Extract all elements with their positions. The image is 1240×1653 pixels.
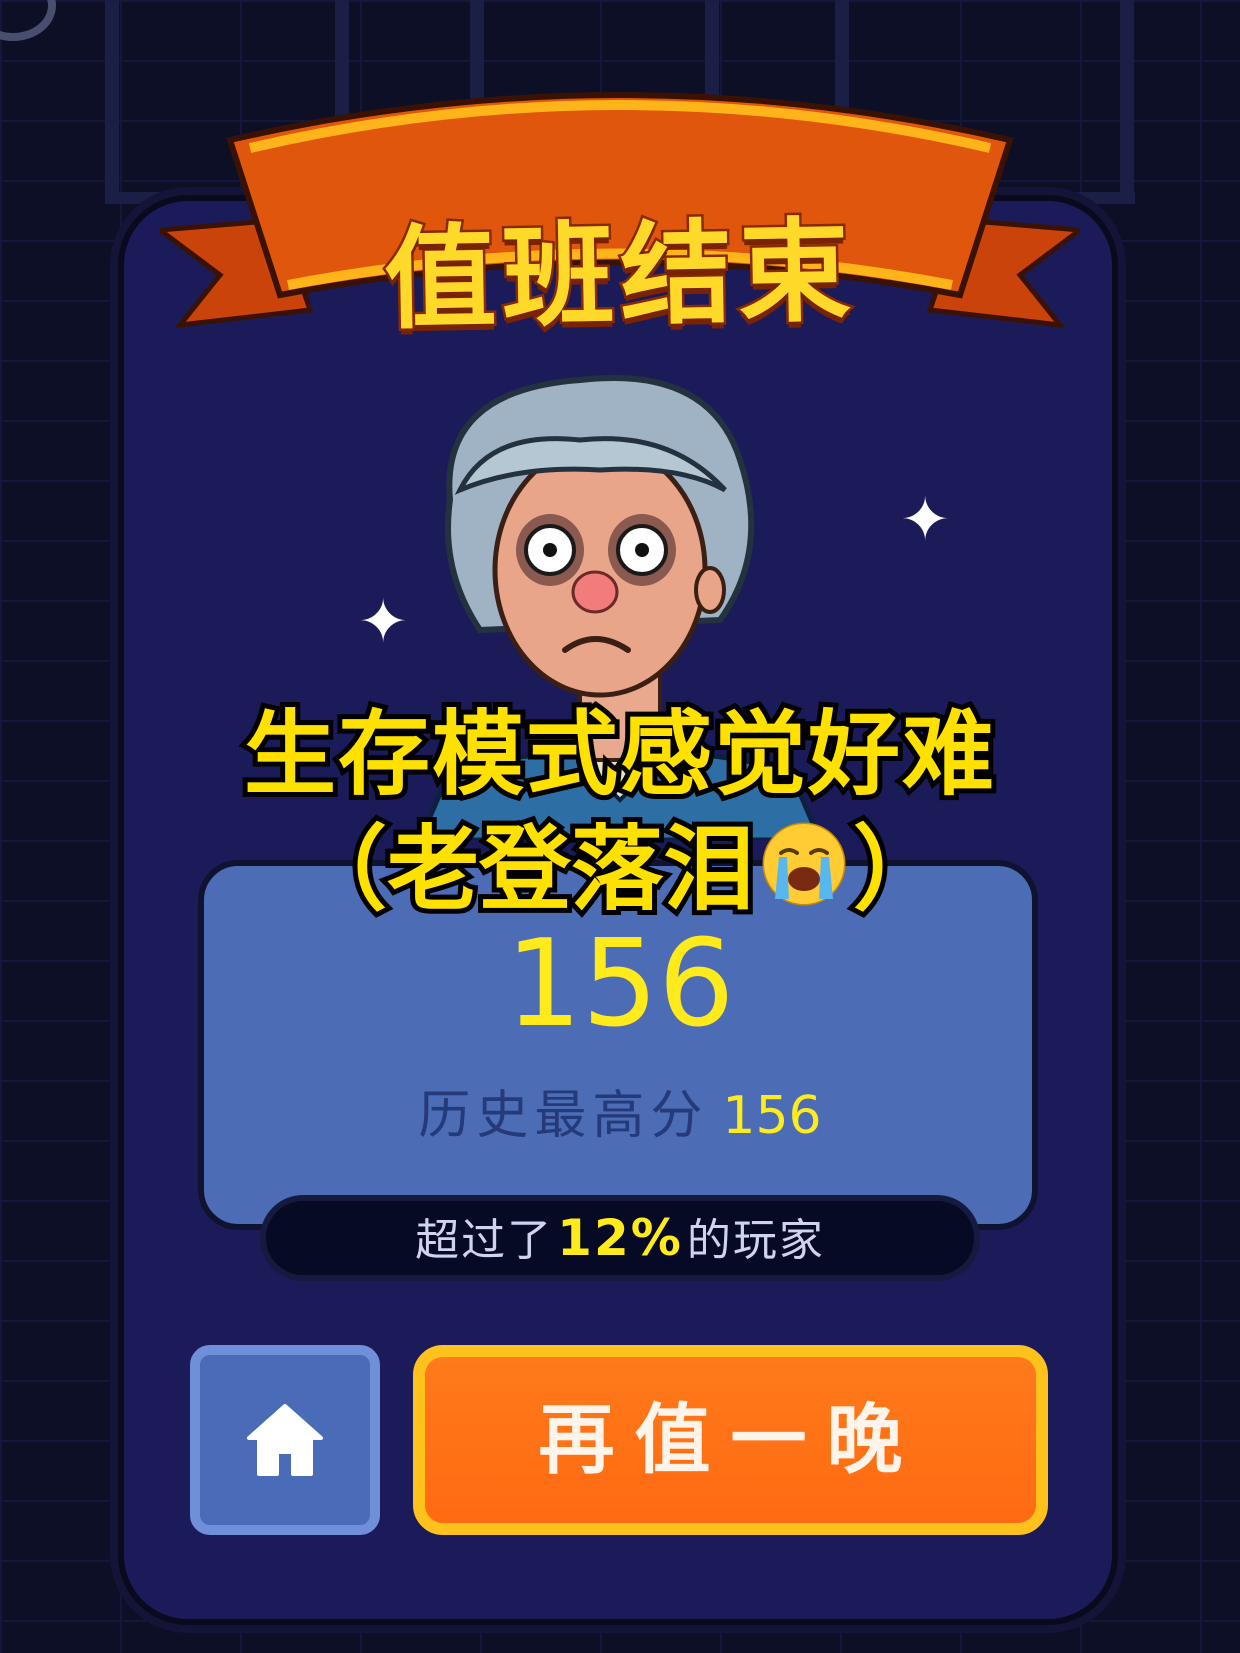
play-again-button[interactable]: 再值一晚 [413, 1345, 1048, 1535]
caption-text: 老登落泪 [382, 811, 760, 928]
title-ribbon: 值班结束 [160, 80, 1080, 350]
overlay-caption-line-1: 生存模式感觉好难 [239, 696, 999, 813]
crying-face-emoji-icon [759, 819, 849, 909]
percentile-bar: 超过了12%的玩家 [260, 1195, 980, 1281]
percentile-value: 12% [557, 1209, 683, 1267]
caption-close-paren: ） [848, 811, 950, 928]
percentile-prefix: 超过了 [415, 1215, 554, 1266]
current-score: 156 [505, 915, 735, 1054]
percentile-suffix: 的玩家 [686, 1215, 825, 1266]
best-score-row: 历史最高分 156 [0, 1090, 1240, 1142]
ribbon-title: 值班结束 [381, 204, 860, 347]
sparkle-icon: ✦ [358, 587, 409, 657]
best-score-value: 156 [722, 1086, 822, 1146]
home-button[interactable] [190, 1345, 380, 1535]
overlay-caption-line-2: （老登落泪 ） [0, 795, 1240, 928]
caption-open-paren: （ [290, 811, 392, 928]
best-score-label: 历史最高分 [418, 1086, 709, 1146]
home-icon [247, 1404, 323, 1476]
sparkle-icon: ✦ [900, 485, 951, 555]
